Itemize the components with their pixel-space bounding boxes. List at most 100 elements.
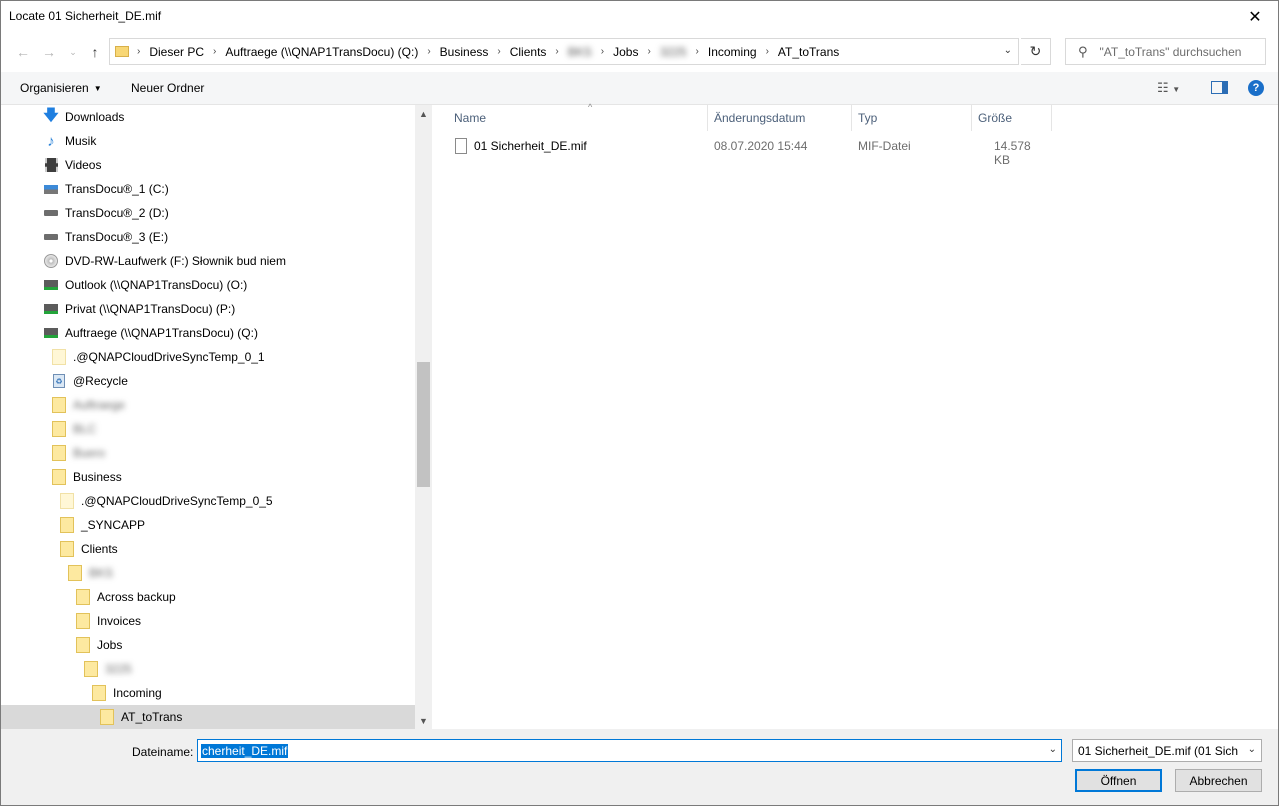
preview-pane-icon[interactable]: [1211, 81, 1228, 94]
filename-value: cherheit_DE.mif: [201, 743, 289, 758]
back-arrow-icon[interactable]: ←: [13, 42, 33, 62]
nav-tree-label: .@QNAPCloudDriveSyncTemp_0_5: [81, 494, 273, 508]
folder-light-icon: [51, 349, 67, 365]
file-list[interactable]: ^ Name Änderungsdatum Typ Größe 01 Siche…: [432, 102, 1278, 729]
nav-tree-item[interactable]: TransDocu®_3 (E:): [1, 225, 415, 249]
cancel-button[interactable]: Abbrechen: [1175, 769, 1262, 792]
column-header-date[interactable]: Änderungsdatum: [708, 105, 852, 131]
refresh-button[interactable]: ↻: [1021, 38, 1051, 65]
title-bar: Locate 01 Sicherheit_DE.mif ✕: [1, 1, 1278, 32]
breadcrumb-item[interactable]: Business ›: [440, 45, 510, 59]
nav-tree-item[interactable]: DVD-RW-Laufwerk (F:) Słownik bud niem: [1, 249, 415, 273]
nav-tree-item[interactable]: ♻ @Recycle: [1, 369, 415, 393]
breadcrumb-label: Business: [439, 44, 489, 59]
nav-tree-item[interactable]: AT_toTrans: [1, 705, 415, 729]
nav-tree-item[interactable]: ♪ Musik: [1, 129, 415, 153]
navigation-pane[interactable]: 🡇 Downloads ♪ Musik Videos TransDocu®_1 (C:) T…: [1, 105, 432, 729]
nav-tree-label: DVD-RW-Laufwerk (F:) Słownik bud niem: [65, 254, 286, 268]
column-header-type[interactable]: Typ: [852, 105, 972, 131]
folder-light-icon: [59, 493, 75, 509]
nav-tree-label: .@QNAPCloudDriveSyncTemp_0_1: [73, 350, 265, 364]
column-header-size[interactable]: Größe: [972, 105, 1052, 131]
filename-input[interactable]: cherheit_DE.mif ⌄: [197, 739, 1062, 762]
chevron-down-icon[interactable]: ⌄: [1049, 744, 1057, 755]
breadcrumb-item[interactable]: › Dieser PC ›: [137, 45, 225, 59]
search-box[interactable]: ⚲: [1065, 38, 1266, 65]
chevron-right-icon[interactable]: ›: [427, 46, 430, 57]
nav-tree-item[interactable]: Auftraege: [1, 393, 415, 417]
network-drive-icon: [43, 326, 59, 340]
scroll-down-icon[interactable]: ▼: [415, 712, 432, 729]
filename-label: Dateiname:: [132, 745, 194, 759]
organize-button[interactable]: Organisieren ▼: [20, 81, 102, 95]
nav-tree-item[interactable]: _SYNCAPP: [1, 513, 415, 537]
folder-icon: [51, 445, 67, 461]
folder-icon: [59, 541, 75, 557]
nav-tree-item[interactable]: Across backup: [1, 585, 415, 609]
recent-locations-chevron-icon[interactable]: ⌄: [63, 42, 83, 62]
nav-tree-label: Privat (\\QNAP1TransDocu) (P:): [65, 302, 236, 316]
chevron-right-icon[interactable]: ›: [696, 46, 699, 57]
chevron-right-icon[interactable]: ›: [601, 46, 604, 57]
chevron-right-icon[interactable]: ›: [555, 46, 558, 57]
nav-tree-item[interactable]: Videos: [1, 153, 415, 177]
address-bar[interactable]: › Dieser PC › Auftraege (\\QNAP1TransDocu) …: [109, 38, 1019, 65]
breadcrumb-item[interactable]: Jobs ›: [613, 45, 660, 59]
folder-icon: [99, 709, 115, 725]
nav-tree-item[interactable]: Invoices: [1, 609, 415, 633]
column-header-name[interactable]: ^ Name: [448, 102, 708, 131]
nav-tree-item[interactable]: .@QNAPCloudDriveSyncTemp_0_5: [1, 489, 415, 513]
nav-tree-label: Auftraege (\\QNAP1TransDocu) (Q:): [65, 326, 258, 340]
breadcrumb-label: 3225: [659, 44, 687, 59]
breadcrumb-item[interactable]: AT_toTrans: [778, 45, 839, 59]
nav-tree-item[interactable]: 🡇 Downloads: [1, 105, 415, 129]
chevron-right-icon[interactable]: ›: [137, 46, 140, 57]
nav-tree-item[interactable]: .@QNAPCloudDriveSyncTemp_0_1: [1, 345, 415, 369]
navigation-scrollbar[interactable]: ▲ ▼: [415, 105, 432, 729]
forward-arrow-icon[interactable]: →: [39, 42, 59, 62]
chevron-right-icon[interactable]: ›: [647, 46, 650, 57]
nav-tree-item[interactable]: Jobs: [1, 633, 415, 657]
nav-tree-item[interactable]: Clients: [1, 537, 415, 561]
nav-tree-item[interactable]: TransDocu®_2 (D:): [1, 201, 415, 225]
file-open-dialog: Locate 01 Sicherheit_DE.mif ✕ ← → ⌄ ↑ › D…: [0, 0, 1279, 806]
nav-tree-item[interactable]: TransDocu®_1 (C:): [1, 177, 415, 201]
scroll-up-icon[interactable]: ▲: [415, 105, 432, 122]
chevron-down-icon[interactable]: ⌄: [1248, 744, 1256, 755]
bottom-bar: Dateiname: cherheit_DE.mif ⌄ 01 Sicherhe…: [1, 729, 1278, 805]
file-type: MIF-Datei: [858, 139, 911, 153]
chevron-right-icon[interactable]: ›: [497, 46, 500, 57]
view-options-icon[interactable]: ☷ ▼: [1157, 80, 1180, 96]
breadcrumb-item[interactable]: BKS ›: [568, 45, 613, 59]
network-drive-icon: [43, 302, 59, 316]
chevron-right-icon[interactable]: ›: [213, 46, 216, 57]
up-arrow-icon[interactable]: ↑: [85, 42, 105, 62]
file-type-select[interactable]: 01 Sicherheit_DE.mif (01 Sicherheit_DE.m…: [1072, 739, 1262, 762]
help-icon[interactable]: ?: [1248, 80, 1264, 96]
nav-tree-item[interactable]: Buero: [1, 441, 415, 465]
open-button[interactable]: Öffnen: [1075, 769, 1162, 792]
chevron-down-icon[interactable]: ⌄: [1004, 45, 1012, 56]
search-input[interactable]: [1099, 44, 1260, 59]
nav-tree-item[interactable]: Privat (\\QNAP1TransDocu) (P:): [1, 297, 415, 321]
video-icon: [43, 158, 59, 172]
breadcrumb-item[interactable]: Clients ›: [510, 45, 568, 59]
nav-tree-item[interactable]: BKS: [1, 561, 415, 585]
chevron-right-icon[interactable]: ›: [766, 46, 769, 57]
breadcrumb-item[interactable]: Incoming ›: [708, 45, 778, 59]
close-icon[interactable]: ✕: [1232, 1, 1278, 32]
new-folder-button[interactable]: Neuer Ordner: [131, 81, 204, 95]
nav-tree-item[interactable]: 3225: [1, 657, 415, 681]
file-row[interactable]: 01 Sicherheit_DE.mif 08.07.2020 15:44 MI…: [448, 135, 1048, 167]
nav-tree-item[interactable]: Incoming: [1, 681, 415, 705]
scrollbar-thumb[interactable]: [417, 362, 430, 487]
nav-tree-item[interactable]: Business: [1, 465, 415, 489]
system-drive-icon: [43, 182, 59, 196]
nav-tree-label: 3225: [105, 662, 132, 676]
nav-tree-item[interactable]: Auftraege (\\QNAP1TransDocu) (Q:): [1, 321, 415, 345]
nav-tree-item[interactable]: Outlook (\\QNAP1TransDocu) (O:): [1, 273, 415, 297]
breadcrumb-item[interactable]: Auftraege (\\QNAP1TransDocu) (Q:) ›: [225, 45, 439, 59]
folder-icon: [115, 46, 129, 57]
nav-tree-item[interactable]: BLC: [1, 417, 415, 441]
breadcrumb-item[interactable]: 3225 ›: [660, 45, 708, 59]
